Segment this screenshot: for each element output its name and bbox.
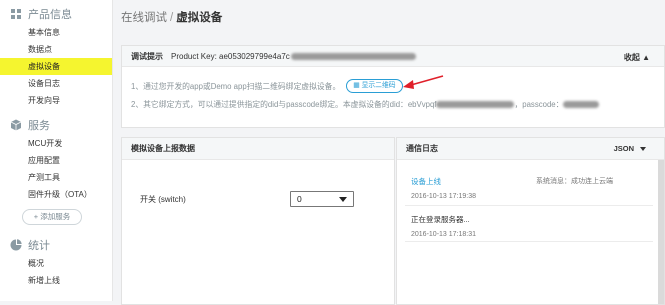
- report-panel: 模拟设备上报数据 开关 (switch) 0: [121, 137, 395, 305]
- log-entry: 设备上线 系统消息：成功连上云端 2016-10-13 17:19:38: [411, 176, 641, 200]
- log-entry: 正在登录服务器... 2016-10-13 17:18:31: [411, 214, 641, 238]
- sidebar-item-virtual-device[interactable]: 虚拟设备: [0, 58, 112, 75]
- log-timestamp: 2016-10-13 17:19:38: [411, 193, 476, 200]
- switch-row: 开关 (switch) 0: [140, 191, 354, 207]
- product-key: Product Key: ae053029799e4a7c: [171, 51, 290, 61]
- debug-tips-header: 调试提示 Product Key: ae053029799e4a7c: [122, 46, 664, 67]
- section-title: 统计: [28, 240, 50, 252]
- sidebar-item-app-config[interactable]: 应用配置: [0, 152, 112, 169]
- qrcode-icon: ▦: [353, 82, 362, 89]
- format-select[interactable]: JSON: [614, 144, 646, 153]
- report-panel-header: 模拟设备上报数据: [122, 138, 394, 160]
- switch-label: 开关 (switch): [140, 194, 186, 204]
- add-service-button[interactable]: + 添加服务: [22, 209, 82, 225]
- tip-qrcode-text: 1、通过您开发的app或Demo app扫描二维码绑定虚拟设备。: [131, 81, 341, 91]
- log-scrollbar[interactable]: [658, 160, 664, 304]
- switch-select[interactable]: 0: [290, 191, 354, 207]
- redacted-passcode: [563, 101, 600, 109]
- sidebar-item-datapoints[interactable]: 数据点: [0, 41, 112, 58]
- chevron-down-icon: [339, 196, 347, 202]
- debug-tips-title: 调试提示: [131, 51, 163, 61]
- tip-qrcode: 1、通过您开发的app或Demo app扫描二维码绑定虚拟设备。 ▦ 显示二维码: [131, 79, 403, 93]
- show-qrcode-label: 显示二维码: [361, 82, 396, 89]
- comm-log-title: 通信日志: [406, 144, 438, 153]
- section-product: 产品信息: [0, 4, 112, 24]
- log-divider: [405, 205, 653, 206]
- sidebar-item-overview[interactable]: 概况: [0, 255, 112, 272]
- collapse-button[interactable]: 收起 ▲: [624, 52, 650, 63]
- annotation-arrow-icon: [403, 75, 444, 89]
- chevron-down-icon: [640, 146, 646, 151]
- debug-tips-panel: 调试提示 Product Key: ae053029799e4a7c 收起 ▲ …: [121, 45, 665, 128]
- comm-log-header: 通信日志 JSON: [397, 138, 664, 160]
- switch-value: 0: [297, 194, 302, 204]
- pie-chart-icon: [10, 239, 22, 251]
- sidebar-item-device-log[interactable]: 设备日志: [0, 75, 112, 92]
- log-system-note: 系统消息：成功连上云端: [536, 178, 613, 185]
- breadcrumb-separator: /: [170, 12, 174, 24]
- comm-log-panel: 通信日志 JSON 设备上线 系统消息：成功连上云端 2016-10-13 17…: [396, 137, 665, 305]
- tip-passcode-label: ，passcode：: [514, 100, 564, 109]
- log-timestamp: 2016-10-13 17:18:31: [411, 231, 476, 238]
- sidebar-item-test-tools[interactable]: 产测工具: [0, 169, 112, 186]
- redacted-did: [436, 101, 515, 109]
- sidebar: 产品信息 基本信息 数据点 虚拟设备 设备日志 开发向导 服务 MCU开发 应用…: [0, 0, 113, 301]
- log-message: 正在登录服务器...: [411, 215, 470, 224]
- section-title: 产品信息: [28, 9, 72, 21]
- sidebar-item-basic-info[interactable]: 基本信息: [0, 24, 112, 41]
- page-title: 在线调试 / 虚拟设备: [121, 9, 222, 25]
- show-qrcode-button[interactable]: ▦ 显示二维码: [346, 79, 403, 93]
- tip-did-text: 2、其它绑定方式，可以通过提供指定的did与passcode绑定。本虚拟设备的d…: [131, 100, 437, 109]
- tip-did-passcode: 2、其它绑定方式，可以通过提供指定的did与passcode绑定。本虚拟设备的d…: [131, 99, 600, 110]
- breadcrumb[interactable]: 在线调试: [121, 12, 167, 24]
- format-value: JSON: [613, 144, 634, 153]
- product-icon: [11, 9, 21, 19]
- sidebar-item-dev-guide[interactable]: 开发向导: [0, 92, 112, 109]
- log-divider: [405, 241, 653, 242]
- sidebar-item-mcu[interactable]: MCU开发: [0, 135, 112, 152]
- section-service: 服务: [0, 115, 112, 135]
- page-heading: 虚拟设备: [176, 12, 223, 24]
- redacted-product-key: [290, 52, 416, 60]
- section-stats: 统计: [0, 235, 112, 255]
- cube-icon: [10, 119, 22, 131]
- section-title: 服务: [28, 120, 50, 132]
- sidebar-item-new-online[interactable]: 新增上线: [0, 272, 112, 289]
- sidebar-item-ota[interactable]: 固件升级（OTA）: [0, 186, 112, 203]
